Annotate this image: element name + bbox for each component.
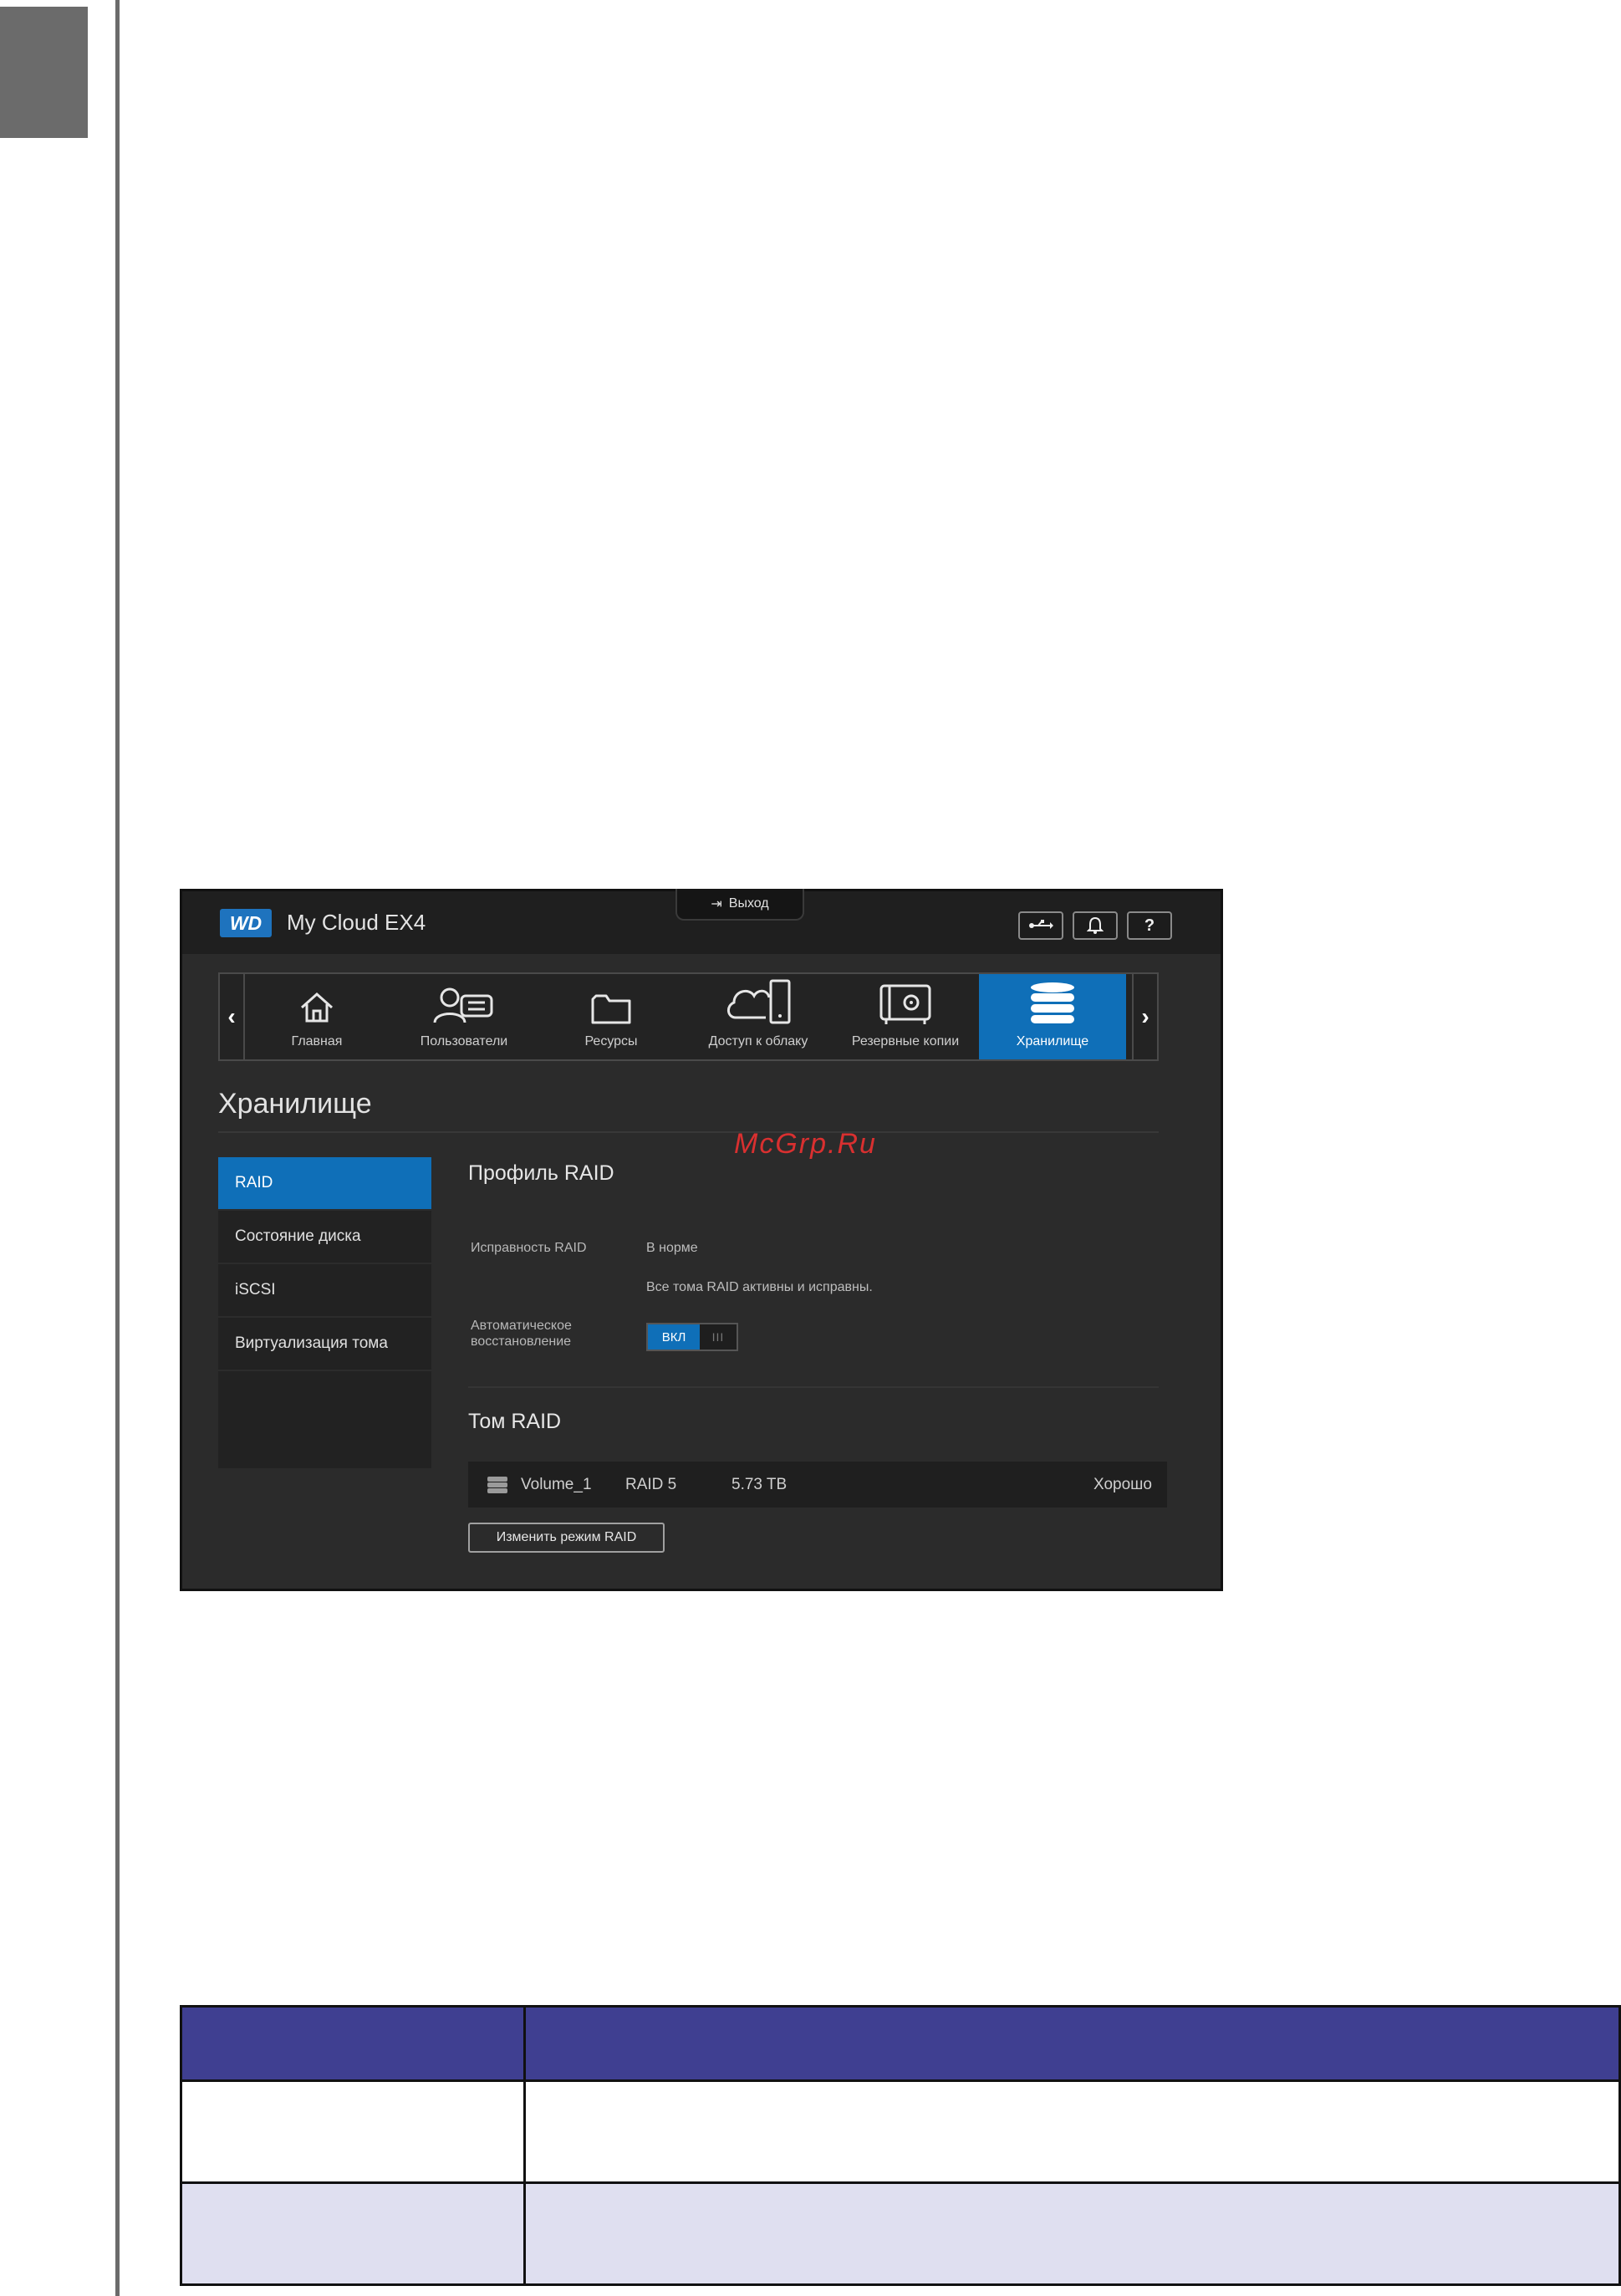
- notifications-button[interactable]: [1073, 911, 1118, 940]
- page-margin-rule: [115, 0, 120, 2296]
- safe-icon: [879, 984, 931, 1024]
- raid-health-value: В норме: [646, 1241, 698, 1255]
- divider: [218, 1131, 1159, 1133]
- disk-icon: [487, 1477, 507, 1493]
- watermark: McGrp.Ru: [734, 1128, 877, 1160]
- help-button[interactable]: ?: [1127, 911, 1172, 940]
- toggle-on-label: ВКЛ: [648, 1324, 700, 1350]
- raid-profile-title: Профиль RAID: [468, 1161, 614, 1185]
- cloud-device-icon: [727, 979, 791, 1024]
- table-row: [180, 2079, 1621, 2184]
- toggle-handle: III: [711, 1330, 725, 1344]
- volume-name: Volume_1: [521, 1476, 592, 1493]
- doc-table: [180, 2005, 1621, 2288]
- help-icon: ?: [1144, 916, 1155, 935]
- divider: [468, 1386, 1159, 1388]
- chevron-right-icon: ›: [1141, 1003, 1149, 1029]
- screenshot-figure: WD My Cloud EX4 ⇥ Выход ? ‹ Главная Поль…: [180, 889, 1223, 1591]
- table-column-divider: [523, 2005, 526, 2286]
- nav-item-backups[interactable]: Резервные копии: [832, 974, 979, 1059]
- bell-icon: [1087, 916, 1104, 934]
- page-title: Хранилище: [218, 1088, 372, 1120]
- usb-icon: [1029, 920, 1053, 929]
- nav-bar: ‹ Главная Пользователи Ресурсы Доступ к …: [218, 972, 1159, 1061]
- nav-label: Хранилище: [1016, 1034, 1089, 1049]
- volume-raid-level: RAID 5: [625, 1476, 677, 1493]
- nav-item-shares[interactable]: Ресурсы: [538, 974, 685, 1059]
- table-row: [180, 2181, 1621, 2286]
- folder-icon: [591, 994, 631, 1024]
- auto-rebuild-label: Автоматическое восстановление: [471, 1318, 572, 1350]
- volume-size: 5.73 TB: [731, 1476, 788, 1493]
- nav-label: Пользователи: [420, 1034, 508, 1049]
- auto-rebuild-label-line2: восстановление: [471, 1334, 572, 1349]
- nav-item-storage[interactable]: Хранилище: [979, 974, 1126, 1059]
- nav-item-users[interactable]: Пользователи: [390, 974, 538, 1059]
- sidebar-item-iscsi[interactable]: iSCSI: [218, 1264, 431, 1318]
- volume-row[interactable]: Volume_1 RAID 5 5.73 TB Хорошо: [468, 1462, 1167, 1508]
- table-header: [180, 2005, 1621, 2082]
- page-tab-marker: [0, 7, 88, 138]
- nav-item-home[interactable]: Главная: [243, 974, 390, 1059]
- storage-icon: [1031, 982, 1074, 1023]
- change-raid-mode-button[interactable]: Изменить режим RAID: [468, 1523, 665, 1553]
- nav-next-button[interactable]: ›: [1132, 974, 1157, 1059]
- sidebar-item-disk-status[interactable]: Состояние диска: [218, 1211, 431, 1264]
- nav-label: Главная: [291, 1034, 343, 1049]
- home-icon: [301, 992, 333, 1023]
- raid-health-note: Все тома RAID активны и исправны.: [646, 1280, 873, 1294]
- nav-label: Ресурсы: [584, 1034, 638, 1049]
- users-icon: [433, 987, 493, 1023]
- nav-item-cloud-access[interactable]: Доступ к облаку: [685, 974, 832, 1059]
- logout-button[interactable]: ⇥ Выход: [675, 889, 804, 921]
- sidebar-item-volume-virtualization[interactable]: Виртуализация тома: [218, 1318, 431, 1371]
- top-bar: WD My Cloud EX4 ⇥ Выход ?: [182, 889, 1221, 954]
- volume-status: Хорошо: [1093, 1476, 1152, 1493]
- chevron-left-icon: ‹: [227, 1003, 236, 1029]
- nav-prev-button[interactable]: ‹: [220, 974, 245, 1059]
- auto-rebuild-label-line1: Автоматическое: [471, 1319, 572, 1333]
- sidebar-item-raid[interactable]: RAID: [218, 1157, 431, 1211]
- nav-label: Доступ к облаку: [708, 1034, 808, 1049]
- logout-icon: ⇥: [711, 897, 722, 911]
- logout-label: Выход: [728, 896, 769, 911]
- nav-label: Резервные копии: [851, 1034, 960, 1049]
- auto-rebuild-toggle[interactable]: ВКЛ III: [646, 1323, 738, 1351]
- storage-sidebar: RAID Состояние диска iSCSI Виртуализация…: [218, 1157, 431, 1468]
- raid-volume-title: Том RAID: [468, 1410, 562, 1433]
- raid-health-label: Исправность RAID: [471, 1241, 587, 1255]
- app-title: My Cloud EX4: [287, 910, 426, 935]
- usb-button[interactable]: [1018, 911, 1063, 940]
- wd-logo: WD: [220, 909, 272, 937]
